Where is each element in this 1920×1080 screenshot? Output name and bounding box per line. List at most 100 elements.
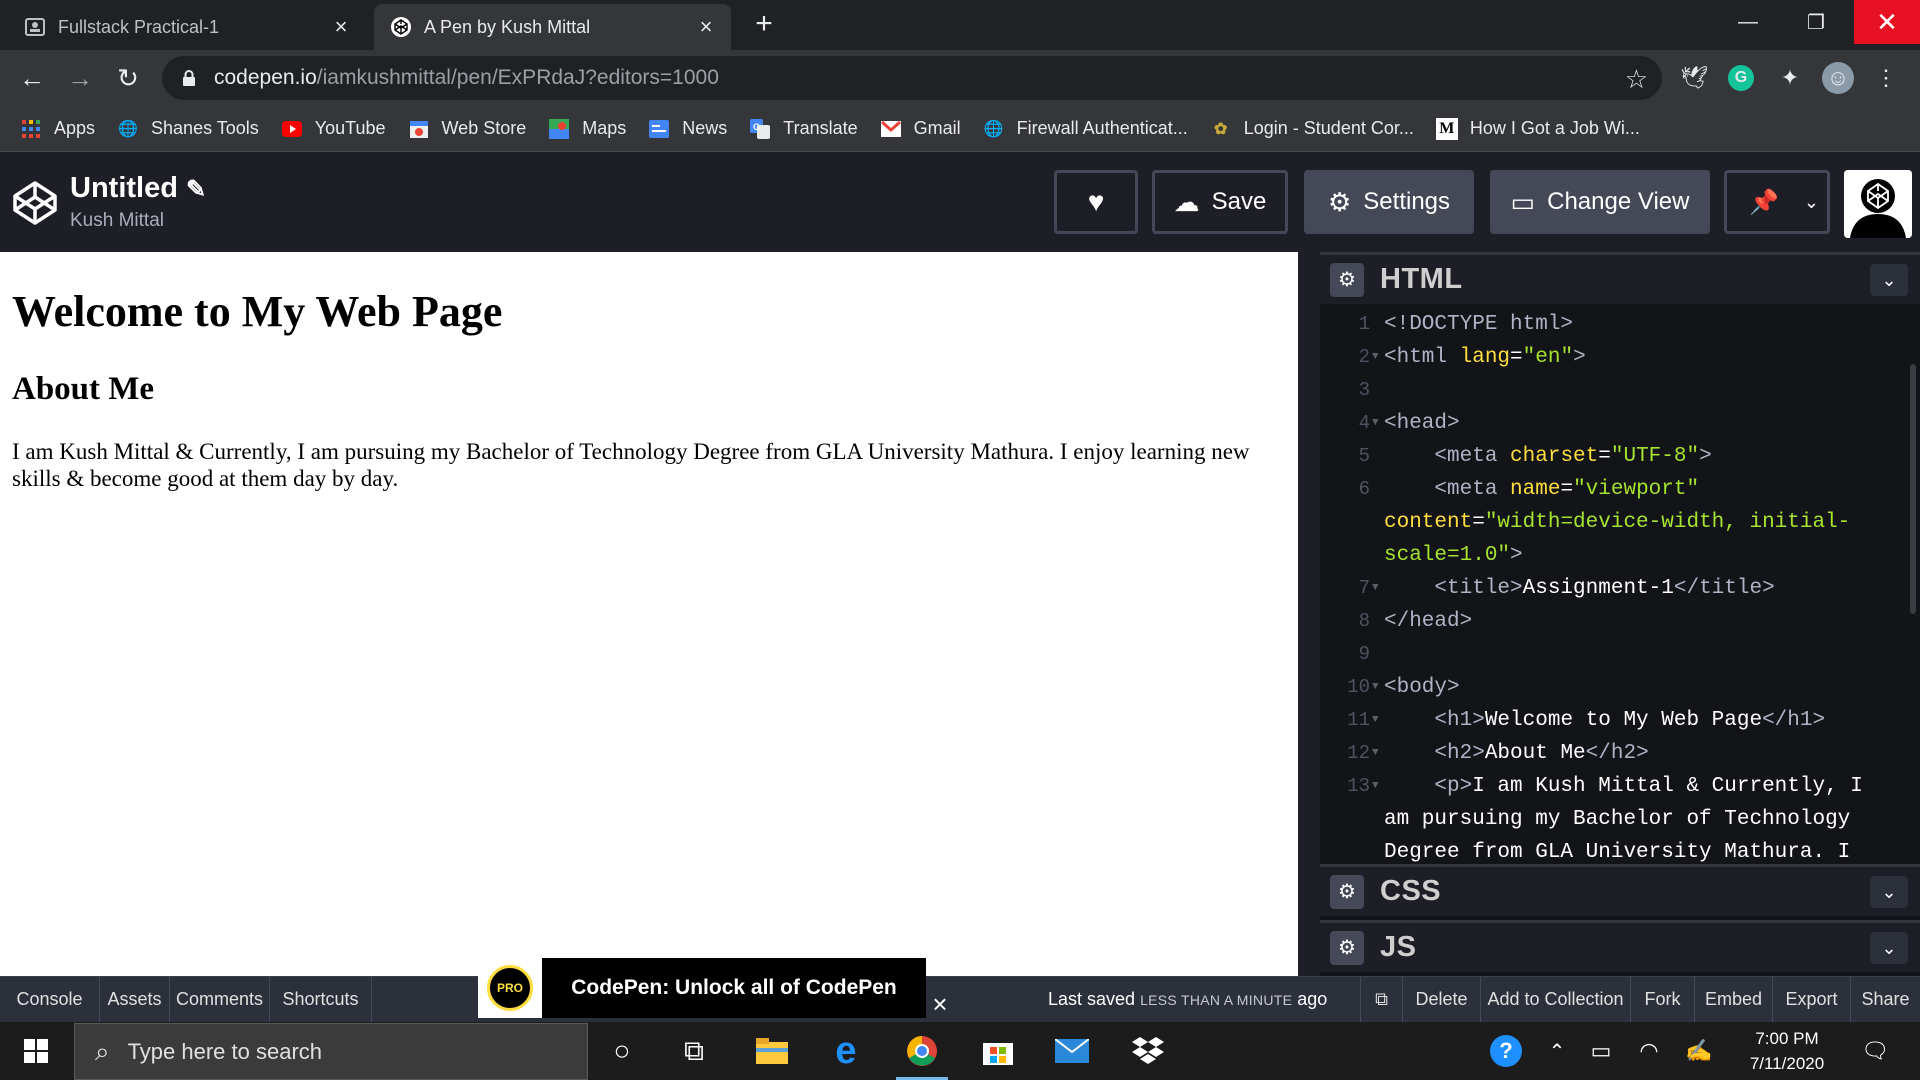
fold-arrow-icon[interactable]: ▼	[1372, 671, 1384, 704]
kebab-menu-icon[interactable]: ⋮	[1870, 62, 1902, 94]
fork-button[interactable]: Fork	[1630, 977, 1694, 1022]
js-editor-label: JS	[1380, 931, 1417, 963]
medium-icon: M	[1435, 117, 1458, 140]
export-button[interactable]: Export	[1772, 977, 1850, 1022]
grammarly-icon[interactable]: G	[1728, 65, 1754, 91]
fold-arrow-icon[interactable]: ▼	[1372, 407, 1384, 440]
css-editor-label: CSS	[1380, 875, 1442, 907]
bookmark-maps[interactable]: Maps	[548, 118, 626, 140]
line-number: 6	[1358, 478, 1370, 500]
back-arrow-icon[interactable]: ←	[14, 60, 50, 96]
reload-icon[interactable]: ↻	[110, 60, 146, 96]
code-token: </h1>	[1762, 709, 1826, 732]
bookmark-medium-article[interactable]: M How I Got a Job Wi...	[1435, 117, 1640, 140]
forward-arrow-icon[interactable]: →	[62, 60, 98, 96]
bookmark-gmail[interactable]: Gmail	[880, 118, 961, 140]
fold-arrow-icon[interactable]: ▼	[1372, 572, 1384, 605]
delete-button[interactable]: Delete	[1402, 977, 1480, 1022]
window-close-button[interactable]: ✕	[1854, 0, 1920, 44]
tab-title: A Pen by Kush Mittal	[424, 16, 591, 37]
js-editor-header[interactable]: ⚙ JS ⌄	[1320, 920, 1920, 972]
code-token: content	[1384, 511, 1473, 534]
bookmark-shanes-tools[interactable]: 🌐 Shanes Tools	[117, 118, 259, 140]
cortana-icon[interactable]: ○	[592, 1026, 652, 1076]
settings-button[interactable]: ⚙ Settings	[1304, 170, 1474, 234]
bookmark-translate[interactable]: G Translate	[749, 118, 858, 140]
save-button[interactable]: ☁ Save	[1152, 170, 1288, 234]
close-tab-icon[interactable]: ×	[695, 14, 717, 39]
extension-bird-icon[interactable]: 🕊	[1678, 62, 1710, 94]
assets-button[interactable]: Assets	[100, 977, 170, 1022]
open-external-icon[interactable]: ⧉	[1360, 977, 1402, 1022]
wifi-icon[interactable]: ◠	[1632, 1022, 1666, 1080]
chevron-down-icon[interactable]: ⌄	[1804, 192, 1819, 213]
css-editor-header[interactable]: ⚙ CSS ⌄	[1320, 864, 1920, 916]
pen-title[interactable]: Untitled ✎	[70, 172, 206, 205]
chevron-down-icon[interactable]: ⌄	[1870, 932, 1908, 964]
help-icon[interactable]: ?	[1486, 1022, 1526, 1080]
code-line: Degree from GLA University Mathura. I	[1384, 836, 1904, 864]
bookmark-label: Gmail	[913, 118, 961, 138]
bookmark-news[interactable]: News	[648, 118, 727, 140]
fold-arrow-icon[interactable]: ▼	[1372, 704, 1384, 737]
pen-input-icon[interactable]: ✍	[1682, 1022, 1716, 1080]
extensions-puzzle-icon[interactable]: ✦	[1774, 62, 1806, 94]
bookmark-student-login[interactable]: ✿ Login - Student Cor...	[1210, 118, 1414, 140]
embed-button[interactable]: Embed	[1694, 977, 1772, 1022]
chevron-up-icon[interactable]: ⌃	[1540, 1022, 1574, 1080]
battery-icon[interactable]: ▭	[1584, 1022, 1618, 1080]
restore-button[interactable]: ❐	[1786, 0, 1846, 44]
pencil-icon[interactable]: ✎	[186, 175, 206, 204]
bookmark-star-icon[interactable]: ☆	[1625, 64, 1648, 95]
tab-fullstack-practical[interactable]: Fullstack Practical-1 ×	[8, 4, 366, 50]
share-button[interactable]: Share	[1850, 977, 1920, 1022]
bookmark-web-store[interactable]: Web Store	[408, 118, 526, 140]
new-tab-button[interactable]: +	[748, 8, 780, 40]
address-bar[interactable]: codepen.io/iamkushmittal/pen/ExPRdaJ?edi…	[162, 56, 1662, 100]
fold-arrow-icon[interactable]: ▼	[1372, 341, 1384, 374]
tab-codepen-pen[interactable]: A Pen by Kush Mittal ×	[374, 4, 731, 50]
comments-button[interactable]: Comments	[170, 977, 270, 1022]
pane-resize-handle[interactable]	[1298, 252, 1320, 976]
love-button[interactable]: ♥	[1054, 170, 1138, 234]
minimize-button[interactable]: —	[1718, 0, 1778, 44]
taskbar-search-input[interactable]: ⌕ Type here to search	[74, 1023, 588, 1080]
pin-button[interactable]: 📌 ⌄	[1724, 170, 1830, 234]
bookmark-youtube[interactable]: YouTube	[281, 118, 386, 140]
codepen-logo-icon[interactable]	[12, 180, 58, 226]
chevron-down-icon[interactable]: ⌄	[1870, 264, 1908, 296]
pro-promo-banner[interactable]: PRO CodePen: Unlock all of CodePen	[478, 958, 926, 1018]
task-view-icon[interactable]: ⧉	[664, 1026, 724, 1076]
microsoft-store-icon[interactable]	[968, 1026, 1028, 1076]
pen-author[interactable]: Kush Mittal	[70, 210, 164, 232]
code-token: <p>	[1384, 775, 1473, 798]
profile-avatar[interactable]: ☺	[1822, 62, 1854, 94]
change-view-button[interactable]: ▭ Change View	[1490, 170, 1710, 234]
html-editor-header[interactable]: ⚙ HTML ⌄	[1320, 252, 1920, 304]
gear-icon[interactable]: ⚙	[1330, 874, 1364, 909]
mail-icon[interactable]	[1042, 1026, 1102, 1076]
file-explorer-icon[interactable]	[742, 1026, 802, 1076]
close-tab-icon[interactable]: ×	[330, 14, 352, 39]
shortcuts-button[interactable]: Shortcuts	[270, 977, 372, 1022]
html-code-editor[interactable]: 1 2 3 4 5 6 7 8 9 10 11 12 13 ▼ ▼ ▼ ▼ ▼ …	[1320, 308, 1920, 864]
windows-start-icon[interactable]	[0, 1022, 72, 1080]
edge-browser-icon[interactable]: e	[816, 1026, 876, 1076]
chrome-icon[interactable]	[892, 1026, 952, 1080]
gear-icon[interactable]: ⚙	[1330, 262, 1364, 297]
editor-scrollbar[interactable]	[1910, 364, 1916, 614]
close-icon[interactable]: ×	[926, 990, 954, 1018]
notification-center-icon[interactable]: 🗨	[1852, 1022, 1898, 1080]
fold-arrow-icon[interactable]: ▼	[1372, 770, 1384, 803]
dropbox-icon[interactable]	[1118, 1026, 1178, 1076]
console-button[interactable]: Console	[0, 977, 100, 1022]
gear-icon[interactable]: ⚙	[1330, 930, 1364, 965]
fold-arrow-icon[interactable]: ▼	[1372, 737, 1384, 770]
system-clock[interactable]: 7:00 PM 7/11/2020	[1730, 1026, 1844, 1076]
bookmark-apps[interactable]: Apps	[20, 118, 95, 140]
bookmark-firewall[interactable]: 🌐 Firewall Authenticat...	[983, 118, 1188, 140]
chevron-down-icon[interactable]: ⌄	[1870, 876, 1908, 908]
code-token: <body>	[1384, 676, 1460, 699]
user-avatar[interactable]	[1844, 170, 1912, 238]
add-to-collection-button[interactable]: Add to Collection	[1480, 977, 1630, 1022]
